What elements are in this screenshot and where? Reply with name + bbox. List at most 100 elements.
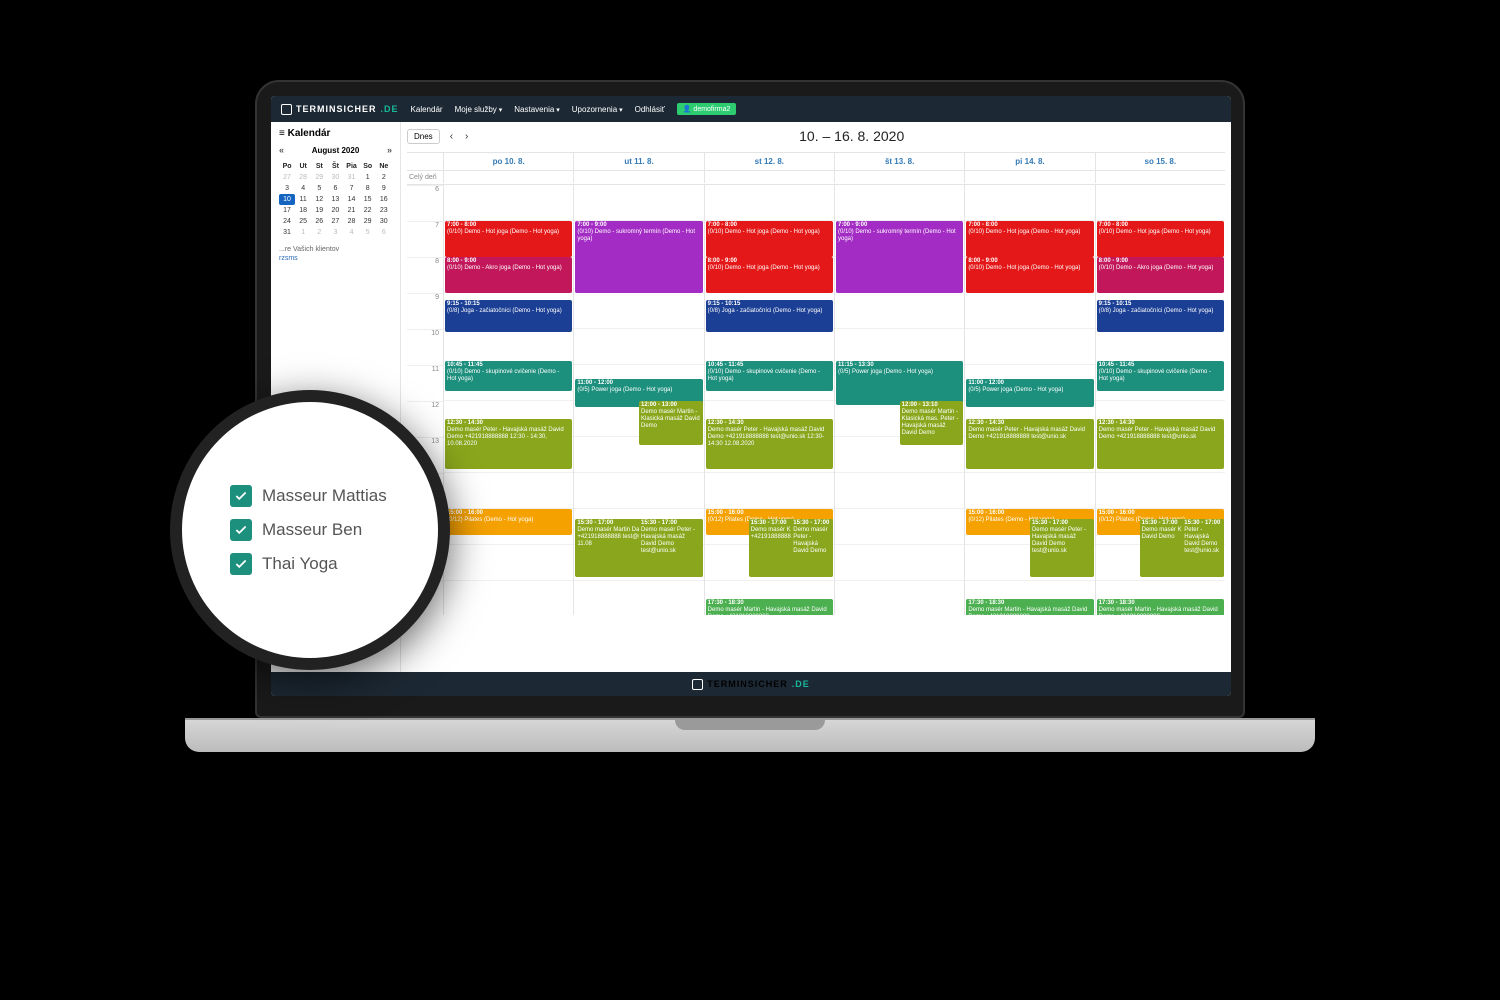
mini-cal-day[interactable]: 3 bbox=[327, 227, 343, 238]
mini-cal-day[interactable]: 31 bbox=[344, 172, 360, 183]
calendar-event[interactable]: 12:00 - 13:00Demo masér Martin - Klasick… bbox=[639, 401, 703, 445]
calendar-event[interactable]: 7:00 - 8:00(0/10) Demo - Hot joga (Demo … bbox=[445, 221, 572, 257]
sidebar-link[interactable]: rzsms bbox=[279, 255, 392, 262]
mini-cal-day[interactable]: 13 bbox=[327, 194, 343, 205]
calendar-event[interactable]: 10:45 - 11:45(0/10) Demo - skupinové cvi… bbox=[706, 361, 833, 391]
mini-cal-day[interactable]: 11 bbox=[295, 194, 311, 205]
calendar-event[interactable]: 12:30 - 14:30Demo masér Peter - Havajská… bbox=[445, 419, 572, 469]
mini-cal-day[interactable]: 20 bbox=[327, 205, 343, 216]
mini-cal-day[interactable]: 26 bbox=[311, 216, 327, 227]
day-header[interactable]: št 13. 8. bbox=[834, 153, 964, 170]
calendar-event[interactable]: 8:00 - 9:00(0/10) Demo - Akro joga (Demo… bbox=[1097, 257, 1224, 293]
day-header[interactable]: ut 11. 8. bbox=[573, 153, 703, 170]
mini-cal-day[interactable]: 9 bbox=[376, 183, 392, 194]
mini-cal-day[interactable]: 14 bbox=[344, 194, 360, 205]
mini-cal-day[interactable]: 28 bbox=[344, 216, 360, 227]
calendar-event[interactable]: 12:30 - 14:30Demo masér Peter - Havajská… bbox=[966, 419, 1093, 469]
mini-cal-day[interactable]: 5 bbox=[360, 227, 376, 238]
allday-cell[interactable] bbox=[443, 171, 573, 183]
mini-cal-day[interactable]: 24 bbox=[279, 216, 295, 227]
calendar-event[interactable]: 7:00 - 8:00(0/10) Demo - Hot joga (Demo … bbox=[1097, 221, 1224, 257]
calendar-event[interactable]: 7:00 - 8:00(0/10) Demo - Hot joga (Demo … bbox=[966, 221, 1093, 257]
calendar-event[interactable]: 9:15 - 10:15(0/8) Joga - začiatočníci (D… bbox=[1097, 300, 1224, 332]
user-chip[interactable]: 👤 demofirma2 bbox=[677, 103, 737, 115]
mini-cal-day[interactable]: 4 bbox=[295, 183, 311, 194]
allday-cell[interactable] bbox=[704, 171, 834, 183]
nav-odhlásiť[interactable]: Odhlásiť bbox=[635, 105, 665, 114]
calendar-event[interactable]: 12:00 - 13:10Demo masér Martin - Klasick… bbox=[900, 401, 964, 445]
nav-moje služby[interactable]: Moje služby bbox=[455, 105, 503, 114]
mini-cal-day[interactable]: 2 bbox=[376, 172, 392, 183]
day-column[interactable]: 7:00 - 8:00(0/10) Demo - Hot joga (Demo … bbox=[443, 185, 573, 615]
mini-cal-day[interactable]: 1 bbox=[360, 172, 376, 183]
allday-cell[interactable] bbox=[1095, 171, 1225, 183]
calendar-event[interactable]: 12:30 - 14:30Demo masér Peter - Havajská… bbox=[706, 419, 833, 469]
mini-cal-day[interactable]: 18 bbox=[295, 205, 311, 216]
mini-cal-day[interactable]: 12 bbox=[311, 194, 327, 205]
nav-nastavenia[interactable]: Nastavenia bbox=[514, 105, 560, 114]
mini-cal-prev[interactable]: « bbox=[279, 145, 284, 155]
calendar-event[interactable]: 10:45 - 11:45(0/10) Demo - skupinové cvi… bbox=[445, 361, 572, 391]
calendar-event[interactable]: 9:15 - 10:15(0/8) Joga - začiatočníci (D… bbox=[706, 300, 833, 332]
calendar-event[interactable]: 7:00 - 8:00(0/10) Demo - Hot joga (Demo … bbox=[706, 221, 833, 257]
mini-cal-day[interactable]: 25 bbox=[295, 216, 311, 227]
mini-cal-day[interactable]: 27 bbox=[327, 216, 343, 227]
mini-cal-day[interactable]: 7 bbox=[344, 183, 360, 194]
calendar-event[interactable]: 11:15 - 13:30(0/5) Power joga (Demo - Ho… bbox=[836, 361, 963, 405]
calendar-event[interactable]: 15:30 - 17:00Demo masér Peter - Havajská… bbox=[639, 519, 703, 577]
mini-cal-day[interactable]: 6 bbox=[376, 227, 392, 238]
next-week-button[interactable]: › bbox=[463, 131, 470, 142]
brand-logo[interactable]: TERMINSICHER.DE bbox=[281, 104, 399, 115]
mini-cal-day[interactable]: 2 bbox=[311, 227, 327, 238]
allday-cell[interactable] bbox=[573, 171, 703, 183]
calendar-event[interactable]: 8:00 - 9:00(0/10) Demo - Hot joga (Demo … bbox=[966, 257, 1093, 293]
mini-cal-day[interactable]: 4 bbox=[344, 227, 360, 238]
calendar-event[interactable]: 15:00 - 16:00(0/12) Pilates (Demo - Hot … bbox=[445, 509, 572, 535]
calendar-event[interactable]: 15:30 - 17:00Demo masér Peter - Havajská… bbox=[1030, 519, 1094, 577]
mini-cal-day[interactable]: 21 bbox=[344, 205, 360, 216]
today-button[interactable]: Dnes bbox=[407, 129, 440, 144]
day-header[interactable]: so 15. 8. bbox=[1095, 153, 1225, 170]
day-column[interactable]: 7:00 - 8:00(0/10) Demo - Hot joga (Demo … bbox=[704, 185, 834, 615]
filter-checkbox-item[interactable]: Masseur Ben bbox=[230, 519, 438, 541]
calendar-event[interactable]: 9:15 - 10:15(0/8) Joga - začiatočníci (D… bbox=[445, 300, 572, 332]
allday-cell[interactable] bbox=[964, 171, 1094, 183]
day-header[interactable]: pi 14. 8. bbox=[964, 153, 1094, 170]
calendar-event[interactable]: 7:00 - 9:00(0/10) Demo - sukromný termín… bbox=[836, 221, 963, 293]
mini-cal-day[interactable]: 6 bbox=[327, 183, 343, 194]
allday-cell[interactable] bbox=[834, 171, 964, 183]
nav-kalendár[interactable]: Kalendár bbox=[411, 105, 443, 114]
calendar-event[interactable]: 8:00 - 9:00(0/10) Demo - Akro joga (Demo… bbox=[445, 257, 572, 293]
mini-cal-day[interactable]: 16 bbox=[376, 194, 392, 205]
day-header[interactable]: st 12. 8. bbox=[704, 153, 834, 170]
calendar-event[interactable]: 8:00 - 9:00(0/10) Demo - Hot joga (Demo … bbox=[706, 257, 833, 293]
mini-cal-day[interactable]: 31 bbox=[279, 227, 295, 238]
mini-cal-day[interactable]: 10 bbox=[279, 194, 295, 205]
nav-upozornenia[interactable]: Upozornenia bbox=[572, 105, 623, 114]
day-column[interactable]: 7:00 - 8:00(0/10) Demo - Hot joga (Demo … bbox=[1095, 185, 1225, 615]
mini-cal-day[interactable]: 27 bbox=[279, 172, 295, 183]
calendar-event[interactable]: 12:30 - 14:30Demo masér Peter - Havajská… bbox=[1097, 419, 1224, 469]
day-column[interactable]: 7:00 - 9:00(0/10) Demo - sukromný termín… bbox=[834, 185, 964, 615]
mini-cal-day[interactable]: 15 bbox=[360, 194, 376, 205]
mini-cal-day[interactable]: 5 bbox=[311, 183, 327, 194]
calendar-event[interactable]: 17:30 - 18:30Demo masér Martin - Havajsk… bbox=[966, 599, 1093, 615]
mini-cal-day[interactable]: 30 bbox=[327, 172, 343, 183]
mini-cal-day[interactable]: 29 bbox=[360, 216, 376, 227]
mini-cal-day[interactable]: 28 bbox=[295, 172, 311, 183]
prev-week-button[interactable]: ‹ bbox=[448, 131, 455, 142]
calendar-event[interactable]: 15:30 - 17:00Peter - Havajská David Demo… bbox=[1182, 519, 1224, 577]
calendar-event[interactable]: 17:30 - 18:30Demo masér Martin - Havajsk… bbox=[706, 599, 833, 615]
calendar-event[interactable]: 7:00 - 9:00(0/10) Demo - sukromný termín… bbox=[575, 221, 702, 293]
mini-cal-day[interactable]: 3 bbox=[279, 183, 295, 194]
filter-checkbox-item[interactable]: Masseur Mattias bbox=[230, 485, 438, 507]
filter-checkbox-item[interactable]: Thai Yoga bbox=[230, 553, 438, 575]
calendar-event[interactable]: 17:30 - 18:30Demo masér Martin - Havajsk… bbox=[1097, 599, 1224, 615]
mini-cal-day[interactable]: 17 bbox=[279, 205, 295, 216]
calendar-event[interactable]: 15:30 - 17:00Demo masér Peter - Havajská… bbox=[791, 519, 833, 577]
mini-cal-day[interactable]: 22 bbox=[360, 205, 376, 216]
day-header[interactable]: po 10. 8. bbox=[443, 153, 573, 170]
mini-cal-day[interactable]: 30 bbox=[376, 216, 392, 227]
mini-cal-day[interactable]: 19 bbox=[311, 205, 327, 216]
calendar-event[interactable]: 10:45 - 11:45(0/10) Demo - skupinové cvi… bbox=[1097, 361, 1224, 391]
